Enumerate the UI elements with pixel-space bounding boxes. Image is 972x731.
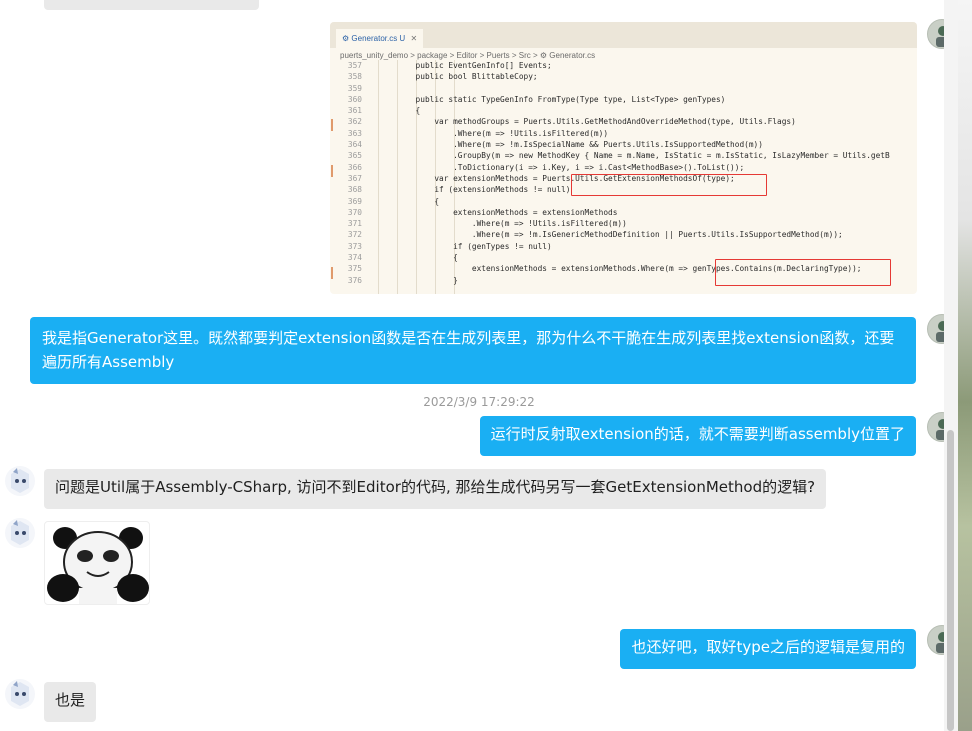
code-line: 371 .Where(m => !Utils.isFiltered(m)) (330, 218, 917, 229)
peer-avatar[interactable] (5, 466, 35, 496)
editor-breadcrumb: puerts_unity_demo > package > Editor > P… (340, 51, 596, 60)
code-line: 359 (330, 83, 917, 94)
code-line: 358 public bool BlittableCopy; (330, 71, 917, 82)
line-code: public static TypeGenInfo FromType(Type … (378, 94, 726, 104)
line-code: public EventGenInfo[] Events; (378, 61, 552, 70)
line-code: { (378, 196, 440, 206)
line-number: 366 (347, 162, 362, 172)
code-line: 370 extensionMethods = extensionMethods (330, 207, 917, 218)
chat-scrollbar-thumb[interactable] (947, 430, 954, 731)
line-number: 360 (347, 94, 362, 104)
line-code: .Where(m => !m.IsGenericMethodDefinition… (378, 230, 843, 240)
editor-tab: ⚙ Generator.cs U ✕ (336, 29, 424, 48)
line-number: 375 (347, 264, 362, 274)
line-code: } (378, 275, 458, 285)
line-code: .Where(m => !Utils.isFiltered(m)) (378, 128, 609, 138)
line-code: { (378, 106, 421, 116)
line-code: .Where(m => !Utils.isFiltered(m)) (378, 219, 627, 229)
code-line: 366 .ToDictionary(i => i.Key, i => i.Cas… (330, 162, 917, 173)
line-code: .Where(m => !m.IsSpecialName && Puerts.U… (378, 140, 763, 150)
line-number: 364 (347, 140, 362, 150)
peer-avatar[interactable] (5, 518, 35, 548)
highlight-box (715, 259, 891, 286)
line-number: 370 (347, 207, 362, 217)
line-number: 368 (347, 185, 362, 195)
chat-message-area[interactable]: ⚙ Generator.cs U ✕ puerts_unity_demo > p… (0, 0, 958, 731)
line-code: if (genTypes != null) (378, 241, 552, 251)
line-number: 365 (347, 151, 362, 161)
code-line: 363 .Where(m => !Utils.isFiltered(m)) (330, 128, 917, 139)
csharp-file-icon: ⚙ (342, 34, 352, 43)
line-number: 358 (347, 72, 362, 82)
line-number: 374 (347, 253, 362, 263)
chat-scrollbar-track[interactable] (944, 0, 958, 731)
code-line: 373 if (genTypes != null) (330, 241, 917, 252)
line-code: { (378, 253, 458, 263)
code-line: 362 var methodGroups = Puerts.Utils.GetM… (330, 116, 917, 127)
editor-tab-label: Generator.cs U (351, 34, 406, 43)
background-window-edge (958, 0, 972, 731)
code-line: 357 public EventGenInfo[] Events; (330, 60, 917, 71)
line-number: 372 (347, 230, 362, 240)
line-code: extensionMethods = extensionMethods (378, 207, 618, 217)
message-timestamp: 2022/3/9 17:29:22 (423, 395, 535, 409)
line-number: 357 (347, 61, 362, 70)
line-number: 373 (347, 241, 362, 251)
peer-avatar[interactable] (5, 679, 35, 709)
line-code: var methodGroups = Puerts.Utils.GetMetho… (378, 117, 796, 127)
message-bubble-peer[interactable]: 问题是Util属于Assembly-CSharp, 访问不到Editor的代码,… (44, 469, 827, 509)
code-screenshot-image[interactable]: ⚙ Generator.cs U ✕ puerts_unity_demo > p… (330, 22, 917, 294)
message-bubble-self[interactable]: 运行时反射取extension的话，就不需要判断assembly位置了 (479, 416, 916, 456)
line-number: 362 (347, 117, 362, 127)
message-bubble-peer[interactable]: 也是 (44, 682, 97, 722)
line-number: 359 (347, 83, 362, 93)
highlight-box (571, 174, 767, 196)
line-code: if (extensionMethods != null) (378, 185, 571, 195)
line-code: .ToDictionary(i => i.Key, i => i.Cast<Me… (378, 162, 745, 172)
code-line: 361 { (330, 105, 917, 116)
code-line: 369 { (330, 196, 917, 207)
line-number: 369 (347, 196, 362, 206)
previous-message-bubble (44, 0, 259, 10)
line-number: 371 (347, 219, 362, 229)
message-bubble-self[interactable]: 也还好吧，取好type之后的逻辑是复用的 (620, 629, 916, 669)
line-number: 367 (347, 173, 362, 183)
line-number: 363 (347, 128, 362, 138)
line-code: public bool BlittableCopy; (378, 72, 538, 82)
line-number: 361 (347, 106, 362, 116)
code-line: 360 public static TypeGenInfo FromType(T… (330, 94, 917, 105)
message-bubble-self[interactable]: 我是指Generator这里。既然都要判定extension函数是否在生成列表里… (30, 317, 916, 384)
code-lines: 357 public EventGenInfo[] Events; 358 pub… (330, 60, 917, 286)
code-line: 372 .Where(m => !m.IsGenericMethodDefini… (330, 229, 917, 240)
line-code: .GroupBy(m => new MethodKey { Name = m.N… (378, 151, 890, 161)
editor-tab-bar: ⚙ Generator.cs U ✕ (330, 22, 917, 48)
code-line: 364 .Where(m => !m.IsSpecialName && Puer… (330, 139, 917, 150)
line-number: 376 (347, 275, 362, 285)
code-line: 365 .GroupBy(m => new MethodKey { Name =… (330, 150, 917, 161)
panda-sticker-image[interactable] (44, 521, 150, 605)
close-icon: ✕ (410, 34, 418, 43)
